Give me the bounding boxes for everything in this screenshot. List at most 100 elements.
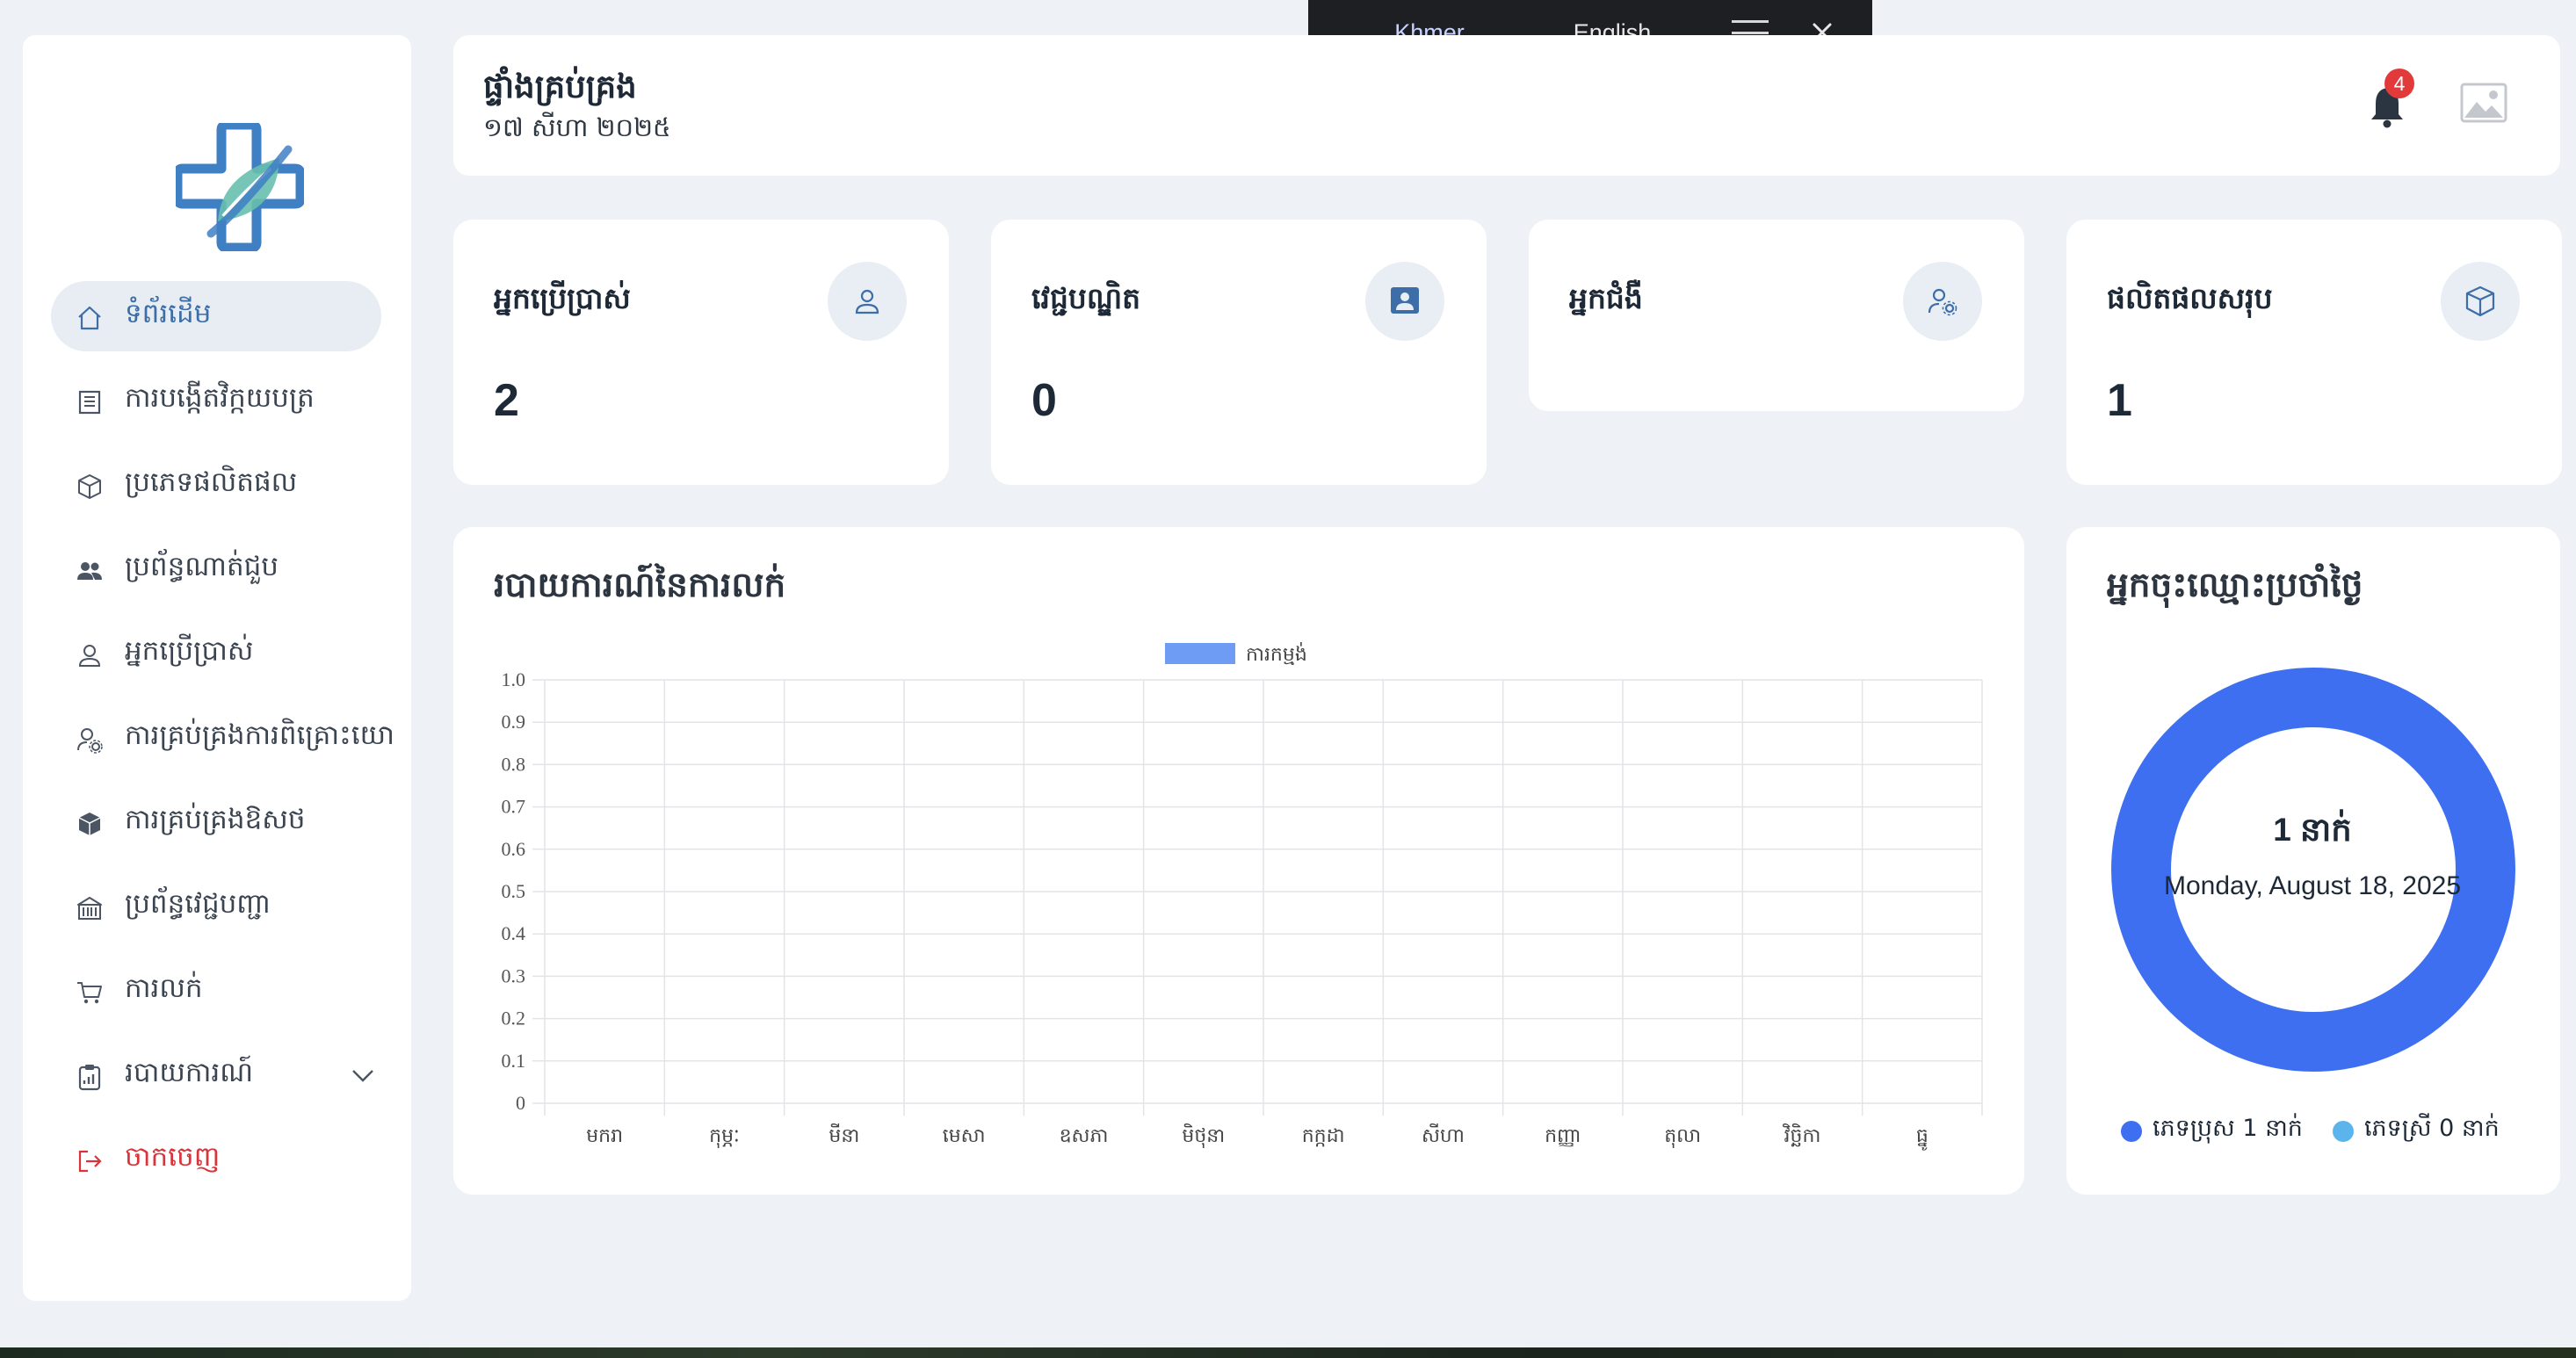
sidebar-item-label: របាយការណ៍ [125, 1056, 254, 1088]
x-tick-label: សីហា [1422, 1123, 1465, 1147]
sidebar-item-consultations[interactable]: ការគ្រប់គ្រងការពិគ្រោះយោ [51, 703, 406, 773]
sidebar: ទំព័រដើម ការបង្កើតវិក្កយបត្រ ប្រភេទផលិតផ… [23, 35, 411, 1301]
y-tick-label: 1.0 [502, 668, 526, 690]
y-tick-label: 0.2 [502, 1008, 526, 1029]
y-tick-label: 0 [516, 1092, 525, 1114]
sidebar-item-appointments[interactable]: ប្រព័ន្ធណាត់ជួប [51, 534, 406, 604]
x-tick-label: កញ្ញា [1545, 1125, 1581, 1147]
x-tick-label: មករា [586, 1125, 623, 1147]
sidebar-item-users[interactable]: អ្នកប្រើប្រាស់ [51, 618, 406, 689]
box-icon [2465, 285, 2495, 317]
user-icon [78, 645, 101, 667]
stat-title: អ្នកជំងឺ [1569, 281, 1643, 315]
x-tick-label: មិថុនា [1182, 1123, 1225, 1148]
y-tick-label: 0.1 [502, 1050, 526, 1072]
legend-label: ភេទប្រុស 1 នាក់ [2153, 1115, 2303, 1142]
stat-card-products[interactable]: ផលិតផលសរុប 1 [2066, 220, 2562, 485]
y-tick-label: 0.3 [502, 964, 526, 986]
sidebar-item-label: ការគ្រប់គ្រងការពិគ្រោះយោ [125, 719, 394, 751]
desktop-background-strip [0, 1347, 2576, 1358]
sidebar-nav: ទំព័រដើម ការបង្កើតវិក្កយបត្រ ប្រភេទផលិតផ… [51, 281, 406, 1209]
donut-date: Monday, August 18, 2025 [2163, 871, 2462, 900]
legend-label: ភេទស្រី 0 នាក់ [2363, 1115, 2500, 1142]
x-tick-label: មីនា [829, 1123, 859, 1147]
users-icon [77, 562, 102, 580]
daily-registrations-card: អ្នកចុះឈ្មោះប្រចាំថ្ងៃ 1 នាក់ Monday, Au… [2066, 527, 2560, 1195]
stat-title: វេជ្ជបណ្ឌិត [1031, 281, 1141, 315]
sidebar-item-logout[interactable]: ចាកចេញ [51, 1124, 406, 1195]
sidebar-item-prescriptions[interactable]: ប្រព័ន្ធវេជ្ជបញ្ជា [51, 871, 406, 942]
logout-icon [78, 1150, 102, 1173]
legend-dot [2121, 1120, 2142, 1142]
y-tick-label: 0.4 [502, 922, 526, 944]
sidebar-item-product-types[interactable]: ប្រភេទផលិតផល [51, 450, 406, 520]
sidebar-item-reports[interactable]: របាយការណ៍ [51, 1040, 406, 1110]
y-tick-label: 0.8 [502, 753, 526, 775]
box-icon [78, 474, 101, 499]
invoice-icon [78, 390, 101, 415]
page-date: ១៧ សីហា ២០២៥ [483, 112, 671, 142]
doctor-icon [1391, 287, 1419, 314]
sales-report-card: របាយការណ៍នៃការលក់ 0 0.1 0.2 0.3 0.4 0.5 0.6 0.7… [453, 527, 2024, 1195]
sidebar-item-label: អ្នកប្រើប្រាស់ [125, 634, 254, 667]
x-tick-label: មេសា [943, 1125, 986, 1147]
building-icon [77, 897, 102, 920]
stat-value: 1 [2107, 375, 2132, 426]
x-tick-label: កុម្ភៈ [709, 1125, 740, 1148]
stat-title: អ្នកប្រើប្រាស់ [494, 281, 631, 315]
sidebar-item-label: ការបង្កើតវិក្កយបត្រ [125, 381, 315, 414]
stat-card-users[interactable]: អ្នកប្រើប្រាស់ 2 [453, 220, 949, 485]
legend-swatch [1165, 643, 1235, 664]
sales-bar-chart: 0 0.1 0.2 0.3 0.4 0.5 0.6 0.7 0.8 0.9 1.0 មករា កុម្ភ… [502, 642, 1983, 1151]
sidebar-item-label: ការលក់ [125, 972, 203, 1004]
x-tick-label: ធ្នូ [1916, 1125, 1928, 1151]
donut-count: 1 នាក់ [2273, 812, 2352, 848]
sidebar-item-label: ប្រព័ន្ធណាត់ជួប [125, 550, 279, 582]
sidebar-item-medicine[interactable]: ការគ្រប់គ្រងឱសថ [51, 787, 406, 857]
y-tick-label: 0.6 [502, 838, 526, 860]
sidebar-item-label: ទំព័រដើម [125, 297, 212, 329]
y-tick-label: 0.9 [502, 711, 526, 733]
stat-icon-badge [1365, 262, 1444, 341]
x-tick-label: កក្កដា [1302, 1125, 1345, 1147]
sidebar-item-invoice[interactable]: ការបង្កើតវិក្កយបត្រ [51, 365, 406, 436]
x-tick-label: ឧសភា [1060, 1125, 1109, 1147]
legend-item-male[interactable]: ភេទប្រុស 1 នាក់ [2121, 1114, 2303, 1148]
user-gear-icon [77, 728, 103, 754]
home-icon [78, 306, 101, 330]
avatar-placeholder-icon[interactable] [2460, 83, 2507, 123]
medicine-box-icon [78, 813, 101, 835]
legend-dot [2332, 1120, 2354, 1142]
stat-icon-badge [1903, 262, 1982, 341]
stat-value: 2 [494, 375, 519, 426]
donut-legend: ភេទប្រុស 1 នាក់ ភេទស្រី 0 នាក់ [2121, 1114, 2529, 1148]
sidebar-item-sales[interactable]: ការលក់ [51, 956, 406, 1026]
clipboard-icon [78, 1065, 101, 1091]
y-tick-label: 0.5 [502, 880, 526, 902]
sidebar-item-label: ប្រភេទផលិតផល [125, 466, 298, 498]
legend-item-female[interactable]: ភេទស្រី 0 នាក់ [2332, 1114, 2500, 1148]
cart-icon [77, 982, 102, 1004]
donut-center: 1 នាក់ Monday, August 18, 2025 [2145, 810, 2479, 901]
sidebar-item-home[interactable]: ទំព័រដើម [51, 281, 381, 351]
stat-title: ផលិតផលសរុប [2107, 281, 2273, 315]
sidebar-item-label: ការគ្រប់គ្រងឱសថ [125, 803, 306, 835]
legend-label: ការកម្មង់ [1246, 642, 1307, 666]
sidebar-item-label: ចាកចេញ [125, 1140, 221, 1173]
page-title: ផ្ទាំងគ្រប់គ្រង [483, 68, 637, 105]
x-tick-label: តុលា [1664, 1125, 1701, 1148]
user-icon [855, 289, 879, 314]
page-header: ផ្ទាំងគ្រប់គ្រង ១៧ សីហា ២០២៥ 4 [453, 35, 2560, 176]
y-tick-label: 0.7 [502, 796, 526, 818]
x-tick-label: វិច្ឆិកា [1783, 1123, 1821, 1147]
chevron-down-icon[interactable] [350, 1065, 376, 1086]
user-gear-icon [1928, 288, 1957, 316]
stat-card-doctors[interactable]: វេជ្ជបណ្ឌិត 0 [991, 220, 1487, 485]
notification-badge: 4 [2384, 69, 2414, 98]
stat-icon-badge [2441, 262, 2520, 341]
stat-icon-badge [828, 262, 907, 341]
stat-card-patients[interactable]: អ្នកជំងឺ [1529, 220, 2024, 411]
medical-cross-leaf-logo[interactable] [176, 123, 304, 251]
stat-value: 0 [1031, 375, 1057, 426]
sidebar-item-label: ប្រព័ន្ធវេជ្ជបញ្ជា [125, 887, 271, 920]
